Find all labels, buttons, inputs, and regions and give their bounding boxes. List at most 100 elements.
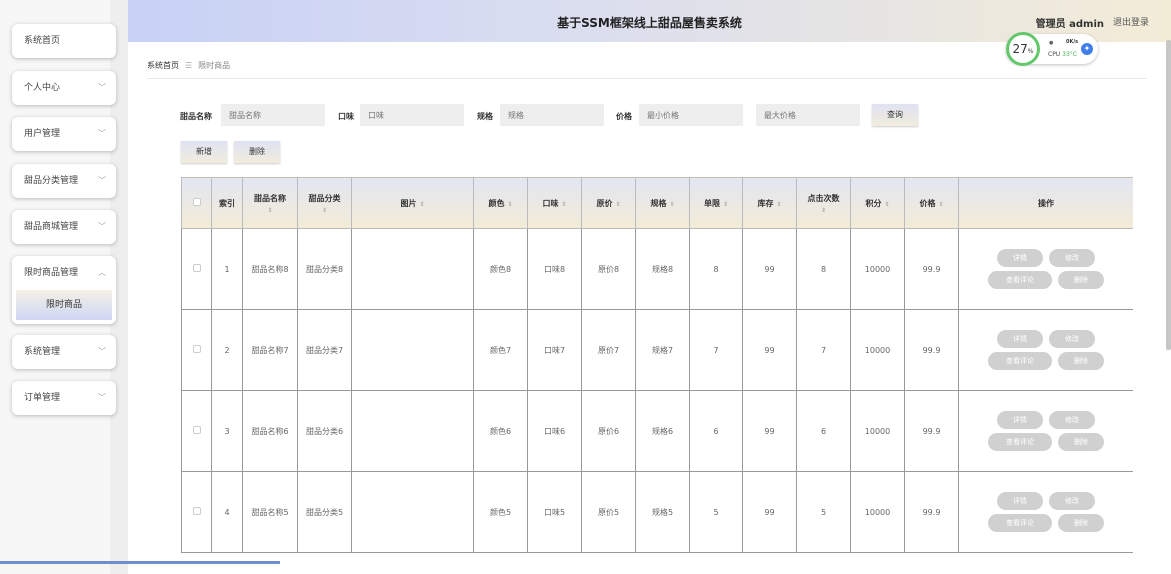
sidebar-item-system-management[interactable]: 系统管理 ﹀ (12, 335, 116, 369)
sidebar-item-user-management[interactable]: 用户管理 ﹀ (12, 117, 116, 151)
column-header[interactable]: 价格 ⇕ (904, 177, 959, 229)
detail-button[interactable]: 详情 (997, 411, 1043, 429)
column-header[interactable]: 口味 ⇕ (527, 177, 582, 229)
goods-table: 索引 甜品名称 ⇕ 甜品分类 ⇕ 图片 ⇕ 颜色 ⇕ 口味 ⇕ 原价 ⇕ 规格 ⇕ 单限 ⇕ 库… (181, 177, 1133, 553)
column-header[interactable]: 规格 ⇕ (635, 177, 690, 229)
sort-icon[interactable]: ⇕ (938, 201, 943, 208)
column-header[interactable]: 原价 ⇕ (581, 177, 636, 229)
sidebar-item-personal-center[interactable]: 个人中心 ﹀ (12, 71, 116, 105)
add-button[interactable]: 新增 (181, 141, 227, 163)
sort-icon[interactable]: ⇕ (298, 207, 351, 214)
cell-index: 3 (211, 390, 243, 472)
row-checkbox[interactable] (192, 507, 201, 515)
table-row: 3 甜品名称6 甜品分类6 颜色6 口味6 原价6 规格6 6 99 6 10000 99.9 详情 修改… (181, 390, 1133, 472)
cpu-label-row: CPU 33°C (1048, 51, 1077, 58)
chevron-down-icon: ﹀ (98, 393, 106, 402)
cell-price: 99.9 (904, 309, 959, 391)
sidebar-item-category-management[interactable]: 甜品分类管理 ﹀ (12, 164, 116, 198)
sort-icon[interactable]: ⇕ (419, 201, 424, 208)
sort-icon[interactable]: ⇕ (243, 207, 297, 214)
sort-icon[interactable]: ⇕ (723, 201, 728, 208)
sidebar-item-home[interactable]: 系统首页 (12, 24, 116, 58)
column-header[interactable]: 甜品名称 ⇕ (242, 177, 298, 229)
edit-button[interactable]: 修改 (1049, 411, 1095, 429)
cell-spec: 规格5 (635, 471, 690, 553)
sort-icon[interactable]: ⇕ (776, 201, 781, 208)
row-select-cell[interactable] (181, 390, 212, 472)
column-header[interactable]: 点击次数 ⇕ (796, 177, 851, 229)
delete-row-button[interactable]: 删除 (1058, 352, 1104, 370)
column-header[interactable]: 颜色 ⇕ (473, 177, 528, 229)
sidebar-item-order-management[interactable]: 订单管理 ﹀ (12, 381, 116, 415)
cell-taste: 口味7 (527, 309, 582, 391)
vertical-scrollbar[interactable] (1166, 40, 1171, 350)
row-checkbox[interactable] (192, 426, 201, 434)
cpu-monitor-widget[interactable]: 27% ● 0K/s CPU 33°C ✦ (1006, 32, 1098, 66)
view-reviews-button[interactable]: 查看评论 (988, 352, 1052, 370)
column-header[interactable]: 甜品分类 ⇕ (297, 177, 352, 229)
cell-name: 甜品名称8 (242, 228, 298, 310)
image-cell (351, 390, 474, 472)
cell-color: 颜色5 (473, 471, 528, 553)
column-header[interactable]: 积分 ⇕ (850, 177, 905, 229)
sort-icon[interactable]: ⇕ (797, 207, 850, 214)
breadcrumb-home[interactable]: 系统首页 (147, 61, 179, 70)
cell-name: 甜品名称5 (242, 471, 298, 553)
cell-orig-price: 原价8 (581, 228, 636, 310)
delete-row-button[interactable]: 删除 (1058, 514, 1104, 532)
delete-selected-button[interactable]: 删除 (234, 141, 280, 163)
edit-button[interactable]: 修改 (1049, 330, 1095, 348)
name-search-input[interactable] (221, 104, 325, 126)
row-checkbox[interactable] (192, 264, 201, 272)
row-select-cell[interactable] (181, 309, 212, 391)
column-header: 索引 (211, 177, 243, 229)
column-header[interactable]: 单限 ⇕ (689, 177, 743, 229)
row-select-cell[interactable] (181, 228, 212, 310)
view-reviews-button[interactable]: 查看评论 (988, 514, 1052, 532)
edit-button[interactable]: 修改 (1049, 492, 1095, 510)
min-price-input[interactable] (639, 104, 743, 126)
sort-icon[interactable]: ⇕ (884, 201, 889, 208)
sort-icon[interactable]: ⇕ (507, 201, 512, 208)
sidebar-item-label: 甜品商城管理 (24, 222, 79, 232)
chevron-down-icon: ﹀ (98, 222, 106, 231)
delete-row-button[interactable]: 删除 (1058, 433, 1104, 451)
query-button[interactable]: 查询 (872, 104, 918, 126)
image-cell (351, 228, 474, 310)
rocket-icon: ✦ (1081, 43, 1093, 55)
chevron-down-icon: ﹀ (98, 83, 106, 92)
detail-button[interactable]: 详情 (997, 330, 1043, 348)
cpu-usage-value: 27 (1012, 42, 1028, 56)
cpu-label: CPU (1048, 51, 1061, 58)
cell-clicks: 8 (796, 228, 851, 310)
network-dot-icon: ● (1049, 40, 1054, 46)
sort-icon[interactable]: ⇕ (669, 201, 674, 208)
detail-button[interactable]: 详情 (997, 492, 1043, 510)
taste-search-input[interactable] (360, 104, 464, 126)
delete-row-button[interactable]: 删除 (1058, 271, 1104, 289)
spec-search-input[interactable] (500, 104, 604, 126)
row-checkbox[interactable] (192, 345, 201, 353)
edit-button[interactable]: 修改 (1049, 249, 1095, 267)
select-all-cell[interactable] (181, 177, 212, 229)
sort-icon[interactable]: ⇕ (615, 201, 620, 208)
sidebar-item-mall-management[interactable]: 甜品商城管理 ﹀ (12, 210, 116, 244)
sidebar-item-label: 系统首页 (24, 36, 61, 46)
view-reviews-button[interactable]: 查看评论 (988, 271, 1052, 289)
max-price-input[interactable] (756, 104, 860, 126)
sidebar-subitem-flash-sale-goods[interactable]: 限时商品 (16, 290, 112, 320)
sidebar-item-flash-sale-management[interactable]: 限时商品管理 ︿ (12, 256, 116, 290)
detail-button[interactable]: 详情 (997, 249, 1043, 267)
logout-link[interactable]: 退出登录 (1113, 15, 1149, 28)
cell-clicks: 6 (796, 390, 851, 472)
sort-icon[interactable]: ⇕ (561, 201, 566, 208)
view-reviews-button[interactable]: 查看评论 (988, 433, 1052, 451)
select-all-checkbox[interactable] (192, 198, 201, 206)
image-cell (351, 471, 474, 553)
column-header[interactable]: 图片 ⇕ (351, 177, 474, 229)
horizontal-scrollbar[interactable] (0, 561, 280, 564)
column-header[interactable]: 库存 ⇕ (742, 177, 797, 229)
sidebar-item-label: 甜品分类管理 (24, 176, 79, 186)
row-select-cell[interactable] (181, 471, 212, 553)
cell-color: 颜色7 (473, 309, 528, 391)
